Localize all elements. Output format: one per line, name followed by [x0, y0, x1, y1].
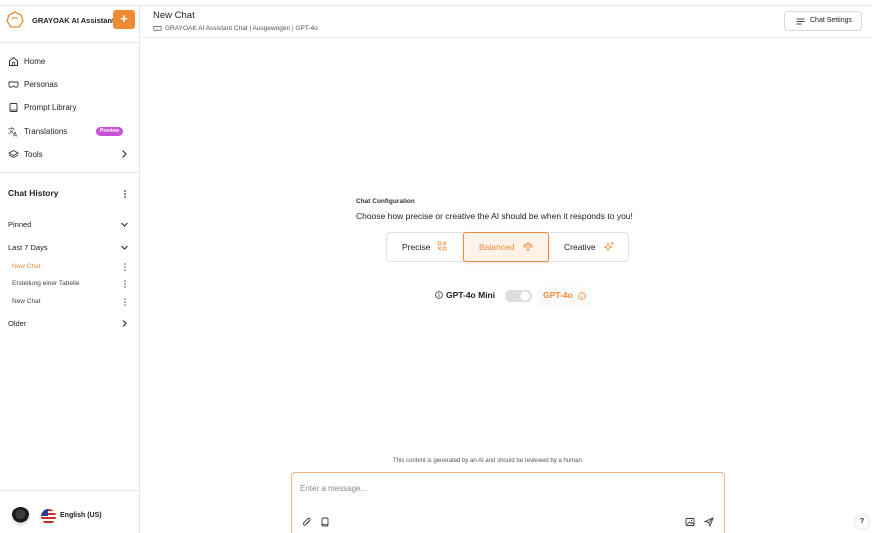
chevron-down-icon [120, 220, 129, 229]
sidebar-divider [0, 42, 140, 43]
info-icon[interactable] [435, 291, 443, 299]
user-footer: English (US) [0, 490, 139, 533]
history-menu-icon[interactable] [123, 189, 127, 199]
page-title: New Chat [153, 10, 195, 21]
chat-settings-button[interactable]: Chat Settings [784, 11, 862, 31]
mask-icon [8, 79, 19, 90]
image-icon[interactable] [685, 517, 695, 527]
home-icon [8, 56, 19, 67]
config-label: Chat Configuration [356, 198, 415, 205]
new-chat-button[interactable]: + [113, 10, 135, 29]
brand-header: GRAYOAK AI Assistant + [5, 10, 140, 32]
sidebar-item-home[interactable]: Home [0, 52, 139, 72]
mode-label: Precise [402, 242, 431, 252]
mode-label: Creative [564, 242, 596, 252]
chat-item-label: Erstellung einer Tabelle [12, 280, 80, 287]
us-flag-icon[interactable] [41, 509, 56, 524]
chat-menu-icon[interactable] [123, 262, 127, 272]
model-toggle[interactable] [505, 290, 532, 302]
sidebar-item-label: Tools [24, 150, 43, 159]
layers-icon [8, 149, 19, 160]
balance-icon [523, 241, 533, 251]
info-icon[interactable] [578, 292, 586, 300]
preview-badge: Preview [96, 127, 123, 136]
config-description: Choose how precise or creative the AI sh… [356, 211, 633, 221]
chat-item[interactable]: New Chat [0, 259, 139, 275]
sidebar-item-prompt-library[interactable]: Prompt Library [0, 98, 139, 118]
sidebar: GRAYOAK AI Assistant + Home Personas Pro… [0, 6, 140, 533]
mode-precise-button[interactable]: Precise [387, 233, 463, 261]
mode-balanced-button[interactable]: Balanced [463, 232, 549, 262]
language-selector[interactable]: English (US) [60, 512, 102, 519]
sidebar-item-tools[interactable]: Tools [0, 145, 139, 165]
group-label: Older [8, 319, 27, 328]
message-input[interactable]: Enter a message... [300, 484, 367, 493]
main-panel: New Chat GRAYOAK AI Assistant Chat | Aus… [140, 6, 872, 533]
sidebar-item-personas[interactable]: Personas [0, 75, 139, 95]
sidebar-item-label: Translations [24, 127, 68, 136]
chat-subtitle-text: GRAYOAK AI Assistant Chat | Ausgewogen |… [165, 25, 318, 32]
grayoak-logo-icon[interactable] [5, 10, 25, 30]
chat-menu-icon[interactable] [123, 279, 127, 289]
model-option-mini[interactable]: GPT-4o Mini [446, 290, 495, 300]
chevron-down-icon [120, 243, 129, 252]
mode-label: Balanced [479, 242, 515, 252]
paperclip-icon[interactable] [302, 517, 312, 527]
sidebar-divider [0, 172, 140, 173]
help-button[interactable]: ? [855, 515, 869, 529]
app-window: GRAYOAK AI Assistant + Home Personas Pro… [0, 5, 872, 533]
chat-item[interactable]: Erstellung einer Tabelle [0, 276, 139, 292]
send-icon[interactable] [704, 517, 714, 527]
sidebar-item-label: Prompt Library [24, 103, 77, 112]
mask-icon [153, 24, 162, 33]
translate-icon: 文A [8, 126, 19, 137]
group-older[interactable]: Older [0, 315, 139, 333]
group-label: Last 7 Days [8, 243, 48, 252]
group-pinned[interactable]: Pinned [0, 216, 139, 234]
sidebar-item-label: Home [24, 57, 46, 66]
chat-item-label: New Chat [12, 298, 41, 305]
chevron-right-icon [120, 319, 129, 328]
chat-header: New Chat GRAYOAK AI Assistant Chat | Aus… [140, 6, 872, 38]
chat-item-label: New Chat [12, 263, 41, 270]
chat-history-title: Chat History [8, 188, 59, 198]
chat-menu-icon[interactable] [123, 297, 127, 307]
svg-text:A: A [13, 132, 18, 138]
avatar[interactable] [11, 507, 30, 526]
sidebar-item-label: Personas [24, 80, 58, 89]
chat-settings-label: Chat Settings [810, 17, 853, 24]
precise-icon [437, 241, 447, 251]
model-switch-row: GPT-4o Mini GPT-4o [435, 287, 605, 305]
menu-lines-icon [796, 17, 805, 26]
mode-creative-button[interactable]: Creative [549, 233, 629, 261]
group-last-7-days[interactable]: Last 7 Days [0, 239, 139, 257]
brand-name: GRAYOAK AI Assistant [32, 16, 115, 25]
group-label: Pinned [8, 220, 32, 229]
ai-disclaimer: This content is generated by an AI and s… [393, 458, 584, 464]
book-icon [8, 102, 19, 113]
model-option-4o[interactable]: GPT-4o [543, 290, 573, 300]
sparkle-icon [604, 241, 614, 251]
message-composer[interactable]: Enter a message... [291, 472, 725, 533]
chevron-right-icon [120, 149, 128, 159]
sidebar-item-translations[interactable]: 文A Translations Preview [0, 122, 139, 142]
book-icon[interactable] [320, 517, 330, 527]
mode-selector: Precise Balanced Creative [386, 232, 629, 262]
chat-item[interactable]: New Chat [0, 294, 139, 310]
